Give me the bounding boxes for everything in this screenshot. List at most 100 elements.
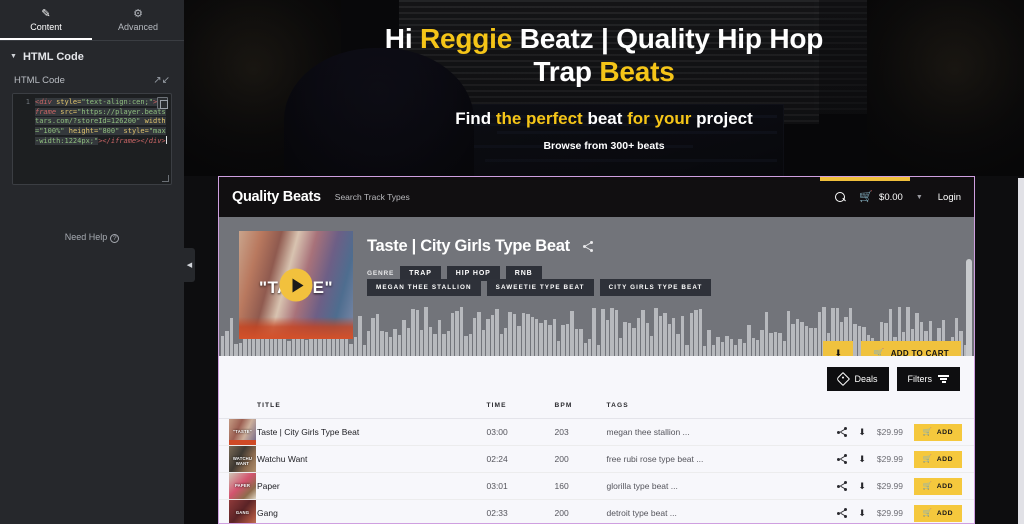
download-icon[interactable]: ⬇ — [858, 508, 866, 518]
waveform-bar — [406, 328, 411, 356]
waveform-bar — [517, 326, 521, 356]
row-tags-cell[interactable]: detroit type beat ... — [606, 499, 824, 523]
chevron-down-icon[interactable]: ▼ — [916, 194, 923, 201]
share-icon[interactable] — [837, 427, 847, 437]
col-tags[interactable]: TAGS — [606, 402, 824, 419]
row-time-cell: 02:33 — [486, 499, 555, 523]
cart-button[interactable]: 🛒 $0.00 — [859, 191, 902, 203]
need-help-link[interactable]: Need Help? — [0, 232, 184, 243]
row-artwork-cell[interactable]: "TASTE" — [219, 418, 257, 446]
resize-handle[interactable] — [162, 175, 169, 182]
waveform-bar — [596, 345, 601, 356]
waveform-bar — [473, 318, 477, 356]
genre-label: GENRE — [367, 270, 395, 277]
waveform-bar — [680, 316, 685, 356]
code-attr-style-2: style= — [119, 126, 149, 135]
row-thumbnail[interactable]: GANG — [229, 500, 256, 523]
row-tags-cell[interactable]: megan thee stallion ... — [606, 418, 824, 446]
tag-icon — [836, 371, 851, 387]
download-icon[interactable]: ⬇ — [858, 427, 866, 437]
featured-artwork[interactable]: "TASTE" — [239, 231, 353, 339]
row-title-cell[interactable]: Paper — [257, 472, 487, 500]
add-to-cart-button[interactable]: 🛒 ADD — [913, 477, 962, 495]
expand-editor-icon[interactable]: ↗↙ — [153, 75, 170, 86]
share-icon[interactable] — [837, 508, 847, 518]
add-to-cart-button[interactable]: 🛒 ADD — [913, 423, 962, 441]
section-html-code[interactable]: ▼ HTML Code — [0, 41, 184, 71]
table-row[interactable]: PAPER Paper 03:01 160 glorilla type beat ...… — [219, 472, 974, 500]
page-scrollbar[interactable] — [1018, 178, 1024, 524]
waveform-bar — [769, 333, 773, 356]
waveform-bar — [588, 339, 592, 356]
waveform-bar — [764, 312, 769, 356]
col-bpm[interactable]: BPM — [554, 402, 607, 419]
deals-button[interactable]: Deals — [827, 367, 889, 391]
share-icon[interactable] — [837, 481, 847, 491]
play-icon[interactable] — [279, 268, 313, 302]
player-brand[interactable]: Quality Beats — [232, 189, 321, 205]
row-tags: megan thee stallion ... — [606, 427, 690, 437]
download-icon[interactable]: ⬇ — [858, 454, 866, 464]
waveform-bar — [632, 328, 636, 356]
pencil-icon: ✎ — [41, 8, 51, 20]
waveform-bar — [229, 318, 234, 356]
player-scrollbar[interactable] — [966, 259, 972, 356]
hero-heading-part-1: Hi — [384, 23, 420, 54]
row-title-cell[interactable]: Gang — [257, 499, 487, 523]
search-track-types-input[interactable]: Search Track Types — [335, 192, 410, 202]
row-thumbnail[interactable]: PAPER — [229, 473, 256, 499]
add-to-cart-button[interactable]: 🛒 ADD TO CART — [861, 341, 961, 356]
login-button[interactable]: Login — [938, 192, 961, 203]
waveform-bar — [649, 336, 654, 356]
table-row[interactable]: "TASTE" Taste | City Girls Type Beat 03:00… — [219, 418, 974, 446]
tag-chip-city-girls-type-beat[interactable]: CITY GIRLS TYPE BEAT — [599, 279, 712, 296]
waveform-bar — [508, 312, 512, 356]
row-artwork-cell[interactable]: GANG — [219, 499, 257, 523]
filters-button[interactable]: Filters — [896, 367, 960, 391]
search-icon[interactable] — [835, 191, 846, 203]
col-title[interactable]: TITLE — [257, 402, 487, 419]
waveform-bar — [787, 311, 791, 356]
table-row[interactable]: WATCHU WANT Watchu Want 02:24 200 free rubi … — [219, 445, 974, 473]
tab-content[interactable]: ✎ Content — [0, 0, 92, 40]
filters-label: Filters — [907, 374, 933, 384]
need-help-label: Need Help — [64, 232, 108, 242]
row-title-cell[interactable]: Watchu Want — [257, 445, 487, 473]
download-icon[interactable]: ⬇ — [858, 481, 866, 491]
row-tags-cell[interactable]: glorilla type beat ... — [606, 472, 824, 500]
tag-chip-megan-thee-stallion[interactable]: MEGAN THEE STALLION — [367, 279, 481, 296]
row-thumbnail[interactable]: WATCHU WANT — [229, 446, 256, 472]
share-icon[interactable] — [582, 241, 594, 253]
shopping-cart-icon: 🛒 — [873, 348, 885, 357]
add-to-cart-button[interactable]: 🛒 ADD — [913, 504, 962, 522]
hero-heading-part-2: Beatz | Quality Hip Hop — [512, 23, 824, 54]
featured-track-title: Taste | City Girls Type Beat — [367, 237, 570, 255]
row-title-cell[interactable]: Taste | City Girls Type Beat — [257, 418, 487, 446]
row-artwork-cell[interactable]: WATCHU WANT — [219, 445, 257, 473]
waveform-bar — [636, 318, 641, 356]
waveform-bar — [672, 318, 676, 356]
row-thumbnail[interactable]: "TASTE" — [229, 419, 256, 445]
table-row[interactable]: GANG Gang 02:33 200 detroit type beat ... ⬇ $2… — [219, 499, 974, 523]
row-title: Paper — [257, 481, 280, 491]
add-to-cart-button[interactable]: 🛒 ADD — [913, 450, 962, 468]
row-artwork-cell[interactable]: PAPER — [219, 472, 257, 500]
code-attr-src: src= — [56, 107, 78, 116]
copy-icon[interactable] — [157, 97, 168, 109]
row-tags-cell[interactable]: free rubi rose type beat ... — [606, 445, 824, 473]
chevron-down-icon: ▼ — [10, 52, 17, 60]
row-bpm-cell: 203 — [554, 418, 607, 446]
row-bpm-cell: 160 — [554, 472, 607, 500]
code-tag-close: ></iframe></div> — [98, 137, 166, 146]
html-code-editor[interactable]: 1 <div style="text-align:cen;"><iframe s… — [12, 93, 172, 185]
code-str-height: "800" — [98, 126, 120, 135]
waveform-bar — [685, 345, 689, 356]
tag-chip-saweetie-type-beat[interactable]: SAWEETIE TYPE BEAT — [486, 279, 594, 296]
panel-collapse-button[interactable]: ◀ — [184, 248, 195, 282]
download-button[interactable]: ⬇ — [823, 341, 854, 356]
share-icon[interactable] — [837, 454, 847, 464]
tab-advanced[interactable]: ⚙ Advanced — [92, 0, 184, 40]
col-time[interactable]: TIME — [486, 402, 555, 419]
waveform-bar — [291, 339, 296, 356]
code-content[interactable]: <div style="text-align:cen;"><iframe src… — [33, 94, 171, 147]
